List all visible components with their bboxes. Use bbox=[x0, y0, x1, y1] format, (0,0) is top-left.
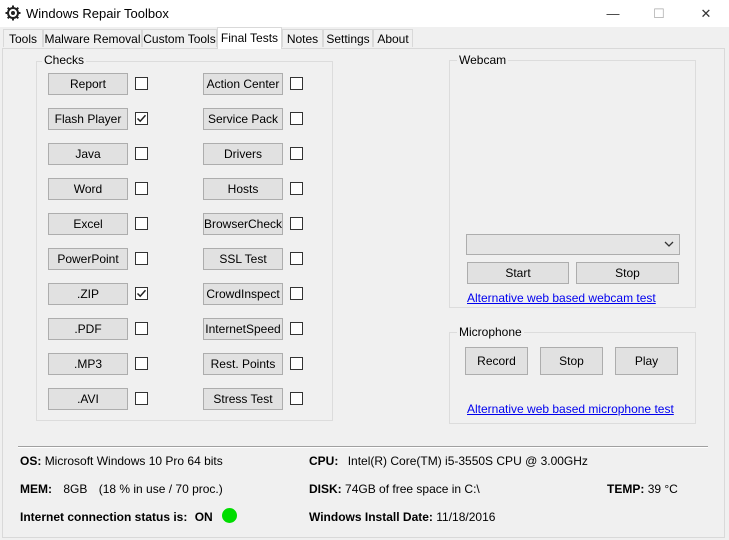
mem-usage: (18 % in use / 70 proc.) bbox=[98, 482, 223, 496]
tab-final-tests[interactable]: Final Tests bbox=[217, 27, 282, 49]
check-drivers-checkbox[interactable] bbox=[290, 147, 303, 160]
check-java-button[interactable]: Java bbox=[48, 143, 128, 165]
check-stress-test-checkbox[interactable] bbox=[290, 392, 303, 405]
disk-info: DISK: 74GB of free space in C:\ bbox=[309, 482, 480, 496]
check-crowdinspect-button[interactable]: CrowdInspect bbox=[203, 283, 283, 305]
check-avi-button[interactable]: .AVI bbox=[48, 388, 128, 410]
check-hosts-button[interactable]: Hosts bbox=[203, 178, 283, 200]
check-zip-checkbox[interactable] bbox=[135, 287, 148, 300]
check-internetspeed-checkbox[interactable] bbox=[290, 322, 303, 335]
tab-custom-tools[interactable]: Custom Tools bbox=[142, 29, 217, 47]
webcam-start-button[interactable]: Start bbox=[467, 262, 569, 284]
window-title: Windows Repair Toolbox bbox=[26, 6, 169, 21]
webcam-device-select[interactable] bbox=[466, 234, 680, 255]
gear-app-icon bbox=[5, 5, 21, 21]
disk-value: 74GB of free space in C:\ bbox=[345, 482, 480, 496]
maximize-button[interactable]: ☐ bbox=[636, 0, 682, 27]
check-pdf-checkbox[interactable] bbox=[135, 322, 148, 335]
check-browsercheck-button[interactable]: BrowserCheck bbox=[203, 213, 283, 235]
check-browsercheck-checkbox[interactable] bbox=[290, 217, 303, 230]
checks-group-title: Checks bbox=[42, 53, 87, 67]
check-report-button[interactable]: Report bbox=[48, 73, 128, 95]
check-service-pack-button[interactable]: Service Pack bbox=[203, 108, 283, 130]
os-label: OS: bbox=[20, 454, 42, 468]
webcam-stop-button[interactable]: Stop bbox=[576, 262, 679, 284]
checkmark-icon bbox=[136, 114, 147, 123]
check-flash-player-button[interactable]: Flash Player bbox=[48, 108, 128, 130]
check-excel-checkbox[interactable] bbox=[135, 217, 148, 230]
check-report-checkbox[interactable] bbox=[135, 77, 148, 90]
check-rest-points-checkbox[interactable] bbox=[290, 357, 303, 370]
check-action-center-checkbox[interactable] bbox=[290, 77, 303, 90]
internet-status: Internet connection status is: ON bbox=[20, 510, 213, 524]
check-ssl-test-checkbox[interactable] bbox=[290, 252, 303, 265]
cpu-info: CPU: Intel(R) Core(TM) i5-3550S CPU @ 3.… bbox=[309, 454, 588, 468]
check-mp3-button[interactable]: .MP3 bbox=[48, 353, 128, 375]
install-value: 11/18/2016 bbox=[436, 510, 496, 524]
webcam-group-title: Webcam bbox=[457, 53, 509, 67]
check-hosts-checkbox[interactable] bbox=[290, 182, 303, 195]
tab-about[interactable]: About bbox=[373, 29, 413, 47]
tab-tools[interactable]: Tools bbox=[3, 29, 43, 47]
install-label: Windows Install Date: bbox=[309, 510, 433, 524]
disk-label: DISK: bbox=[309, 482, 342, 496]
temp-label: TEMP: bbox=[607, 482, 645, 496]
webcam-alt-link[interactable]: Alternative web based webcam test bbox=[467, 291, 656, 305]
check-action-center-button[interactable]: Action Center bbox=[203, 73, 283, 95]
play-button[interactable]: Play bbox=[615, 347, 678, 375]
microphone-alt-link[interactable]: Alternative web based microphone test bbox=[467, 402, 674, 416]
check-excel-button[interactable]: Excel bbox=[48, 213, 128, 235]
temp-value: 39 °C bbox=[647, 482, 678, 496]
cpu-value: Intel(R) Core(TM) i5-3550S CPU @ 3.00GHz bbox=[347, 454, 588, 468]
check-stress-test-button[interactable]: Stress Test bbox=[203, 388, 283, 410]
checkmark-icon bbox=[136, 289, 147, 298]
tab-settings[interactable]: Settings bbox=[323, 29, 373, 47]
minimize-button[interactable]: — bbox=[590, 0, 636, 27]
tab-strip: Tools Malware Removal Custom Tools Final… bbox=[0, 27, 729, 49]
check-service-pack-checkbox[interactable] bbox=[290, 112, 303, 125]
check-word-button[interactable]: Word bbox=[48, 178, 128, 200]
record-button[interactable]: Record bbox=[465, 347, 528, 375]
internet-status-indicator-icon bbox=[222, 508, 237, 523]
check-flash-player-checkbox[interactable] bbox=[135, 112, 148, 125]
microphone-stop-button[interactable]: Stop bbox=[540, 347, 603, 375]
check-java-checkbox[interactable] bbox=[135, 147, 148, 160]
os-value: Microsoft Windows 10 Pro 64 bits bbox=[44, 454, 223, 468]
close-button[interactable]: ✕ bbox=[683, 0, 729, 27]
microphone-group-title: Microphone bbox=[457, 325, 524, 339]
check-mp3-checkbox[interactable] bbox=[135, 357, 148, 370]
cpu-label: CPU: bbox=[309, 454, 339, 468]
temp-info: TEMP: 39 °C bbox=[607, 482, 678, 496]
mem-label: MEM: bbox=[20, 482, 52, 496]
check-zip-button[interactable]: .ZIP bbox=[48, 283, 128, 305]
check-powerpoint-button[interactable]: PowerPoint bbox=[48, 248, 128, 270]
check-word-checkbox[interactable] bbox=[135, 182, 148, 195]
check-drivers-button[interactable]: Drivers bbox=[203, 143, 283, 165]
os-info: OS: Microsoft Windows 10 Pro 64 bits bbox=[20, 454, 223, 468]
separator bbox=[18, 446, 708, 448]
check-powerpoint-checkbox[interactable] bbox=[135, 252, 148, 265]
check-avi-checkbox[interactable] bbox=[135, 392, 148, 405]
tab-notes[interactable]: Notes bbox=[282, 29, 323, 47]
check-pdf-button[interactable]: .PDF bbox=[48, 318, 128, 340]
chevron-down-icon bbox=[664, 241, 674, 247]
install-date-info: Windows Install Date: 11/18/2016 bbox=[309, 510, 495, 524]
check-crowdinspect-checkbox[interactable] bbox=[290, 287, 303, 300]
check-rest-points-button[interactable]: Rest. Points bbox=[203, 353, 283, 375]
mem-value: 8GB bbox=[63, 482, 88, 496]
tab-malware-removal[interactable]: Malware Removal bbox=[43, 29, 142, 47]
internet-label: Internet connection status is: bbox=[20, 510, 188, 524]
internet-value: ON bbox=[194, 510, 213, 524]
mem-info: MEM: 8GB (18 % in use / 70 proc.) bbox=[20, 482, 223, 496]
title-bar: Windows Repair Toolbox — ☐ ✕ bbox=[0, 0, 729, 27]
check-ssl-test-button[interactable]: SSL Test bbox=[203, 248, 283, 270]
check-internetspeed-button[interactable]: InternetSpeed bbox=[203, 318, 283, 340]
